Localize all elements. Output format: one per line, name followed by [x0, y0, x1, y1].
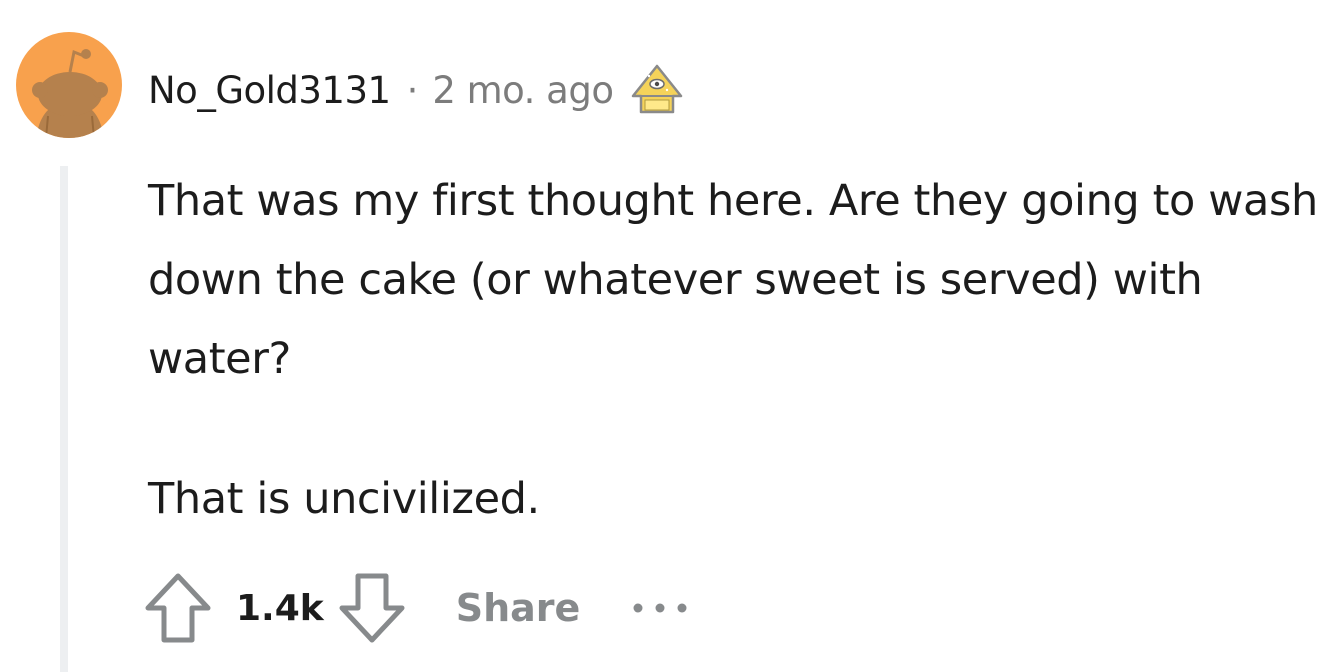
- downvote-button[interactable]: [332, 568, 412, 648]
- thread-collapse-line[interactable]: [60, 166, 68, 672]
- comment: No_Gold3131 · 2 mo. ago That was my firs…: [0, 0, 1335, 672]
- comment-paragraph: That is uncivilized.: [148, 474, 540, 524]
- comment-actions: 1.4k Share: [138, 568, 690, 648]
- username-link[interactable]: No_Gold3131: [148, 69, 391, 112]
- comment-paragraph: That was my first thought here. Are they…: [148, 176, 1318, 384]
- vote-score: 1.4k: [236, 587, 324, 629]
- comment-header: No_Gold3131 · 2 mo. ago: [148, 60, 687, 120]
- timestamp-link[interactable]: 2 mo. ago: [432, 69, 614, 112]
- pyramid-award-icon[interactable]: [627, 60, 687, 120]
- ellipsis-icon: [633, 603, 687, 613]
- share-button[interactable]: Share: [456, 586, 581, 630]
- upvote-button[interactable]: [138, 568, 218, 648]
- downvote-arrow-icon: [339, 573, 405, 643]
- more-options-button[interactable]: [630, 588, 690, 628]
- user-avatar[interactable]: [16, 32, 122, 138]
- comment-body: That was my first thought here. Are they…: [148, 162, 1318, 539]
- upvote-arrow-icon: [145, 573, 211, 643]
- meta-separator: ·: [406, 68, 419, 112]
